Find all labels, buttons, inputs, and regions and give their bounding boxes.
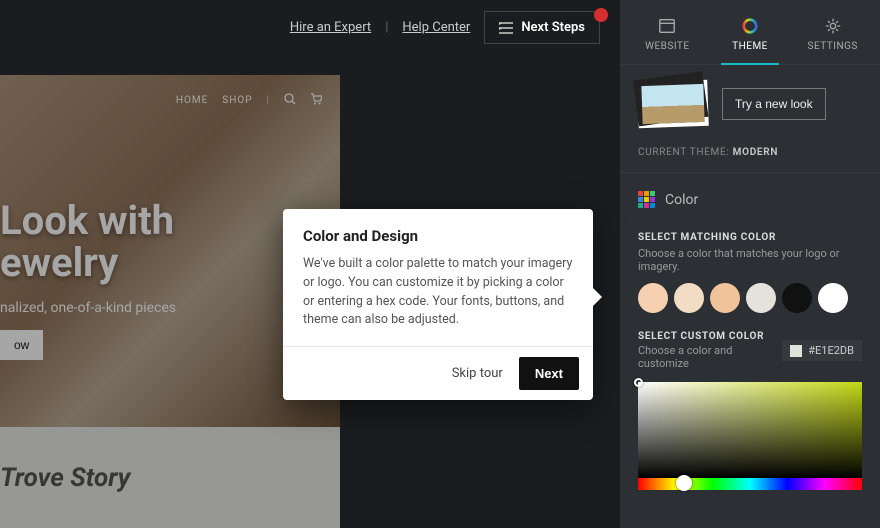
search-icon[interactable] xyxy=(284,93,296,108)
tab-theme-label: THEME xyxy=(732,41,768,52)
matching-color-label: SELECT MATCHING COLOR xyxy=(620,218,880,245)
custom-color-desc: Choose a color and customize xyxy=(638,342,782,370)
hero-cta-button[interactable]: ow xyxy=(0,330,43,360)
hex-chip xyxy=(790,345,802,357)
tab-settings[interactable]: SETTINGS xyxy=(791,17,874,64)
popover-title: Color and Design xyxy=(303,227,573,245)
skip-tour-button[interactable]: Skip tour xyxy=(452,366,503,381)
color-picker-area[interactable] xyxy=(638,382,862,478)
swatch-2[interactable] xyxy=(674,283,704,313)
tab-theme[interactable]: THEME xyxy=(709,17,792,64)
popover-body: We've built a color palette to match you… xyxy=(303,255,573,330)
browser-icon xyxy=(658,17,676,35)
notification-badge[interactable] xyxy=(594,8,608,22)
swatch-4[interactable] xyxy=(746,283,776,313)
next-steps-button[interactable]: Next Steps xyxy=(484,11,600,44)
custom-color-row: SELECT CUSTOM COLOR Choose a color and c… xyxy=(620,317,880,372)
nav-divider: | xyxy=(267,95,270,106)
hire-expert-link[interactable]: Hire an Expert xyxy=(290,20,371,35)
color-ring-icon xyxy=(741,17,759,35)
current-theme-value: MODERN xyxy=(733,147,778,158)
current-theme-line: CURRENT THEME: MODERN xyxy=(620,143,880,173)
story-section: Trove Story xyxy=(0,427,340,528)
popover-arrow xyxy=(592,287,602,307)
color-heading-label: Color xyxy=(665,192,698,208)
help-center-link[interactable]: Help Center xyxy=(402,20,470,35)
hero-headline: Look with ewelry xyxy=(0,200,174,284)
next-steps-label: Next Steps xyxy=(521,20,585,35)
swatch-6[interactable] xyxy=(818,283,848,313)
nav-home[interactable]: HOME xyxy=(176,95,208,106)
hex-value: #E1E2DB xyxy=(808,344,854,357)
tab-website-label: WEBSITE xyxy=(645,41,689,52)
color-section-header[interactable]: Color xyxy=(620,173,880,218)
swatch-3[interactable] xyxy=(710,283,740,313)
list-icon xyxy=(499,22,513,34)
next-button[interactable]: Next xyxy=(519,357,579,390)
matching-color-desc: Choose a color that matches your logo or… xyxy=(620,245,880,283)
custom-color-label: SELECT CUSTOM COLOR xyxy=(638,331,782,342)
swatch-1[interactable] xyxy=(638,283,668,313)
top-bar: Hire an Expert | Help Center Next Steps xyxy=(0,0,620,55)
hue-slider-knob[interactable] xyxy=(676,475,692,491)
tour-popover: Color and Design We've built a color pal… xyxy=(283,209,593,400)
hero-nav: HOME SHOP | xyxy=(176,93,322,108)
hex-input[interactable]: #E1E2DB xyxy=(782,340,862,361)
tab-settings-label: SETTINGS xyxy=(808,41,858,52)
topbar-separator: | xyxy=(385,20,388,35)
theme-thumbnail[interactable] xyxy=(637,80,709,128)
hero-headline-line1: Look with xyxy=(0,200,174,242)
current-theme-label: CURRENT THEME: xyxy=(638,147,729,158)
matching-swatches xyxy=(620,283,880,317)
tab-website[interactable]: WEBSITE xyxy=(626,17,709,64)
hero-subline: nalized, one-of-a-kind pieces xyxy=(0,300,176,316)
hero-headline-line2: ewelry xyxy=(0,242,174,284)
nav-shop[interactable]: SHOP xyxy=(222,95,252,106)
right-panel: WEBSITE THEME SETTINGS Try a new look CU… xyxy=(620,0,880,528)
panel-tabs: WEBSITE THEME SETTINGS xyxy=(620,0,880,65)
color-picker-knob[interactable] xyxy=(634,378,643,387)
try-new-look-button[interactable]: Try a new look xyxy=(722,88,826,120)
theme-preview-row: Try a new look xyxy=(620,65,880,143)
swatch-5[interactable] xyxy=(782,283,812,313)
gear-icon xyxy=(824,17,842,35)
color-grid-icon xyxy=(638,191,655,208)
cart-icon[interactable] xyxy=(310,93,322,108)
hue-slider[interactable] xyxy=(638,478,862,490)
